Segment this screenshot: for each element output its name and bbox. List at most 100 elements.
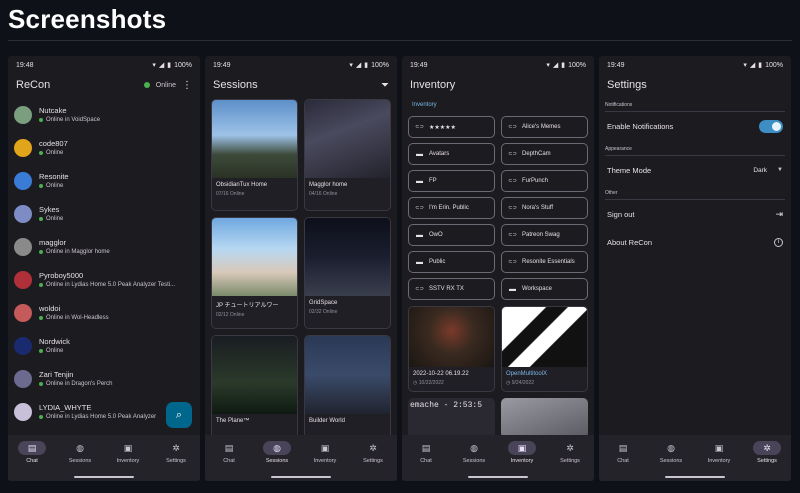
inventory-item[interactable]: ⊂⊃ DepthCam [501,143,588,165]
inventory-item[interactable]: ▬ FP [408,170,495,192]
sign-out-row[interactable]: Sign out ⇥ [599,200,791,228]
nav-chat[interactable]: ▤ Chat [404,441,448,481]
session-card[interactable]: The Plane™ [211,335,298,447]
status-bar: 19:48 ▾ ◢ ▮ 100% [8,56,200,74]
chevron-down-icon: ▼ [777,167,783,173]
notifications-toggle[interactable] [759,119,783,133]
online-dot [39,415,43,419]
session-user-count: 02/12 Online [216,312,245,318]
contact-status-text: Online in Lydias Home 5.0 Peak Analyzer [46,414,157,420]
inventory-item[interactable]: ⊂⊃ ★★★★★ [408,116,495,138]
contact-status-text: Online in VoidSpace [46,117,101,123]
chat-icon: ▤ [618,442,628,453]
session-card[interactable]: Magglor home 04/16 Online [304,99,391,211]
inventory-thumbnail-card[interactable]: OpenMultitoolX ◷ 9/24/2022 [501,306,588,392]
nav-chat[interactable]: ▤ Chat [207,441,251,481]
battery-icon: ▮ [364,62,369,69]
partial-card[interactable]: emache - 2:53:5 [408,398,495,438]
online-status-label[interactable]: Online [156,82,176,89]
session-card[interactable]: GridSpace 02/32 Online [304,217,391,329]
breadcrumb[interactable]: Inventory [402,96,594,116]
inventory-item[interactable]: ⊂⊃ Nora's Stuff [501,197,588,219]
contact-item[interactable]: magglor Online in Magglor home [14,230,194,263]
nav-inventory[interactable]: ▣ Inventory [697,441,741,481]
contact-text: Nordwick Online [39,337,70,354]
status-time: 19:49 [213,61,231,69]
nav-sessions[interactable]: ◍ Sessions [58,441,102,481]
nav-settings[interactable]: ✲ Settings [745,441,789,481]
more-options-icon[interactable]: ⋮ [182,80,192,91]
battery-icon: ▮ [167,62,172,69]
contact-status-text: Online in Lydias Home 5.0 Peak Analyzer … [46,282,176,288]
bottom-nav: ▤ Chat ◍ Sessions ▣ Inventory ✲ Settings [205,435,397,481]
avatar [14,171,32,190]
nav-inventory[interactable]: ▣ Inventory [106,441,150,481]
partial-card[interactable] [501,398,588,438]
contact-item[interactable]: Pyroboy5000 Online in Lydias Home 5.0 Pea… [14,263,194,296]
contact-item[interactable]: woldoi Online in Wol-Headless [14,296,194,329]
thumbnail-image [409,307,494,367]
section-other: Other [605,190,618,196]
thumbnail-date: ◷ 10/22/2022 [409,377,494,386]
inventory-item[interactable]: ▬ OwO [408,224,495,246]
inventory-icon: ▣ [320,442,330,453]
contact-item[interactable]: code807 Online [14,131,194,164]
nav-settings[interactable]: ✲ Settings [548,441,592,481]
inventory-item[interactable]: ⊂⊃ FurPunch [501,170,588,192]
nav-sessions[interactable]: ◍ Sessions [649,441,693,481]
inventory-item[interactable]: ⊂⊃ I'm Erin. Public [408,197,495,219]
about-label: About ReCon [607,237,653,247]
nav-settings[interactable]: ✲ Settings [154,441,198,481]
contact-status: Online [39,150,68,156]
inventory-item[interactable]: ⊂⊃ SSTV RX TX [408,278,495,300]
app-title: Inventory [410,79,456,91]
inventory-item[interactable]: ⊂⊃ Patreon Swag [501,224,588,246]
theme-mode-dropdown[interactable]: Dark ▼ [753,167,783,174]
about-row[interactable]: About ReCon i [599,228,791,256]
chat-icon: ▤ [224,442,234,453]
inventory-item[interactable]: ▬ Avatars [408,143,495,165]
sessions-screen: 19:49 ▾ ◢ ▮ 100% Sessions ⏷ ObsidianTux Hom… [205,56,397,481]
contact-status: Online [39,348,70,354]
inventory-item[interactable]: ⊂⊃ Resonite Essentials [501,251,588,273]
contact-item[interactable]: Nutcake Online in VoidSpace [14,98,194,131]
contact-item[interactable]: Resonite Online [14,164,194,197]
enable-notifications-row[interactable]: Enable Notifications [599,112,791,140]
contact-item[interactable]: Zari Tenjin Online in Dragon's Perch [14,362,194,395]
inventory-thumbnail-card[interactable]: 2022-10-22 06.19.22 ◷ 10/22/2022 [408,306,495,392]
nav-inventory[interactable]: ▣ Inventory [303,441,347,481]
inventory-icon: ▣ [508,441,536,455]
wifi-icon: ▾ [546,62,550,69]
session-card[interactable]: ObsidianTux Home 07/16 Online [211,99,298,211]
search-fab-button[interactable]: ⌕ [166,402,192,428]
inventory-item[interactable]: ▬ Public [408,251,495,273]
contact-list: Nutcake Online in VoidSpace code807 Online R… [8,96,200,430]
search-icon: ⌕ [175,408,183,421]
inventory-item[interactable]: ⊂⊃ Alice's Memes [501,116,588,138]
contact-text: woldoi Online in Wol-Headless [39,304,109,321]
contact-name: woldoi [39,304,61,313]
online-dot [39,184,43,188]
session-card[interactable]: Builder World [304,335,391,447]
session-grid: ObsidianTux Home 07/16 Online Magglor home… [205,96,397,450]
contact-status: Online [39,183,69,189]
signal-icon: ◢ [749,62,756,69]
nav-chat[interactable]: ▤ Chat [10,441,54,481]
nav-chat[interactable]: ▤ Chat [601,441,645,481]
contact-item[interactable]: Sykes Online [14,197,194,230]
nav-inventory[interactable]: ▣ Inventory [500,441,544,481]
inventory-item[interactable]: ▬ Workspace [501,278,588,300]
contact-item[interactable]: Nordwick Online [14,329,194,362]
battery-level: 100% [568,61,586,69]
nav-sessions[interactable]: ◍ Sessions [255,441,299,481]
session-card[interactable]: JP チュートリアルワー 02/12 Online [211,217,298,329]
contact-status-text: Online in Dragon's Perch [46,381,113,387]
filter-icon[interactable]: ⏷ [381,80,389,91]
nav-sessions[interactable]: ◍ Sessions [452,441,496,481]
contact-status-text: Online [46,348,64,354]
folder-icon: ▬ [416,231,423,239]
nav-settings[interactable]: ✲ Settings [351,441,395,481]
link-icon: ⊂⊃ [508,232,517,238]
page-title: Screenshots [8,4,167,34]
session-user-count: 02/32 Online [309,309,338,315]
